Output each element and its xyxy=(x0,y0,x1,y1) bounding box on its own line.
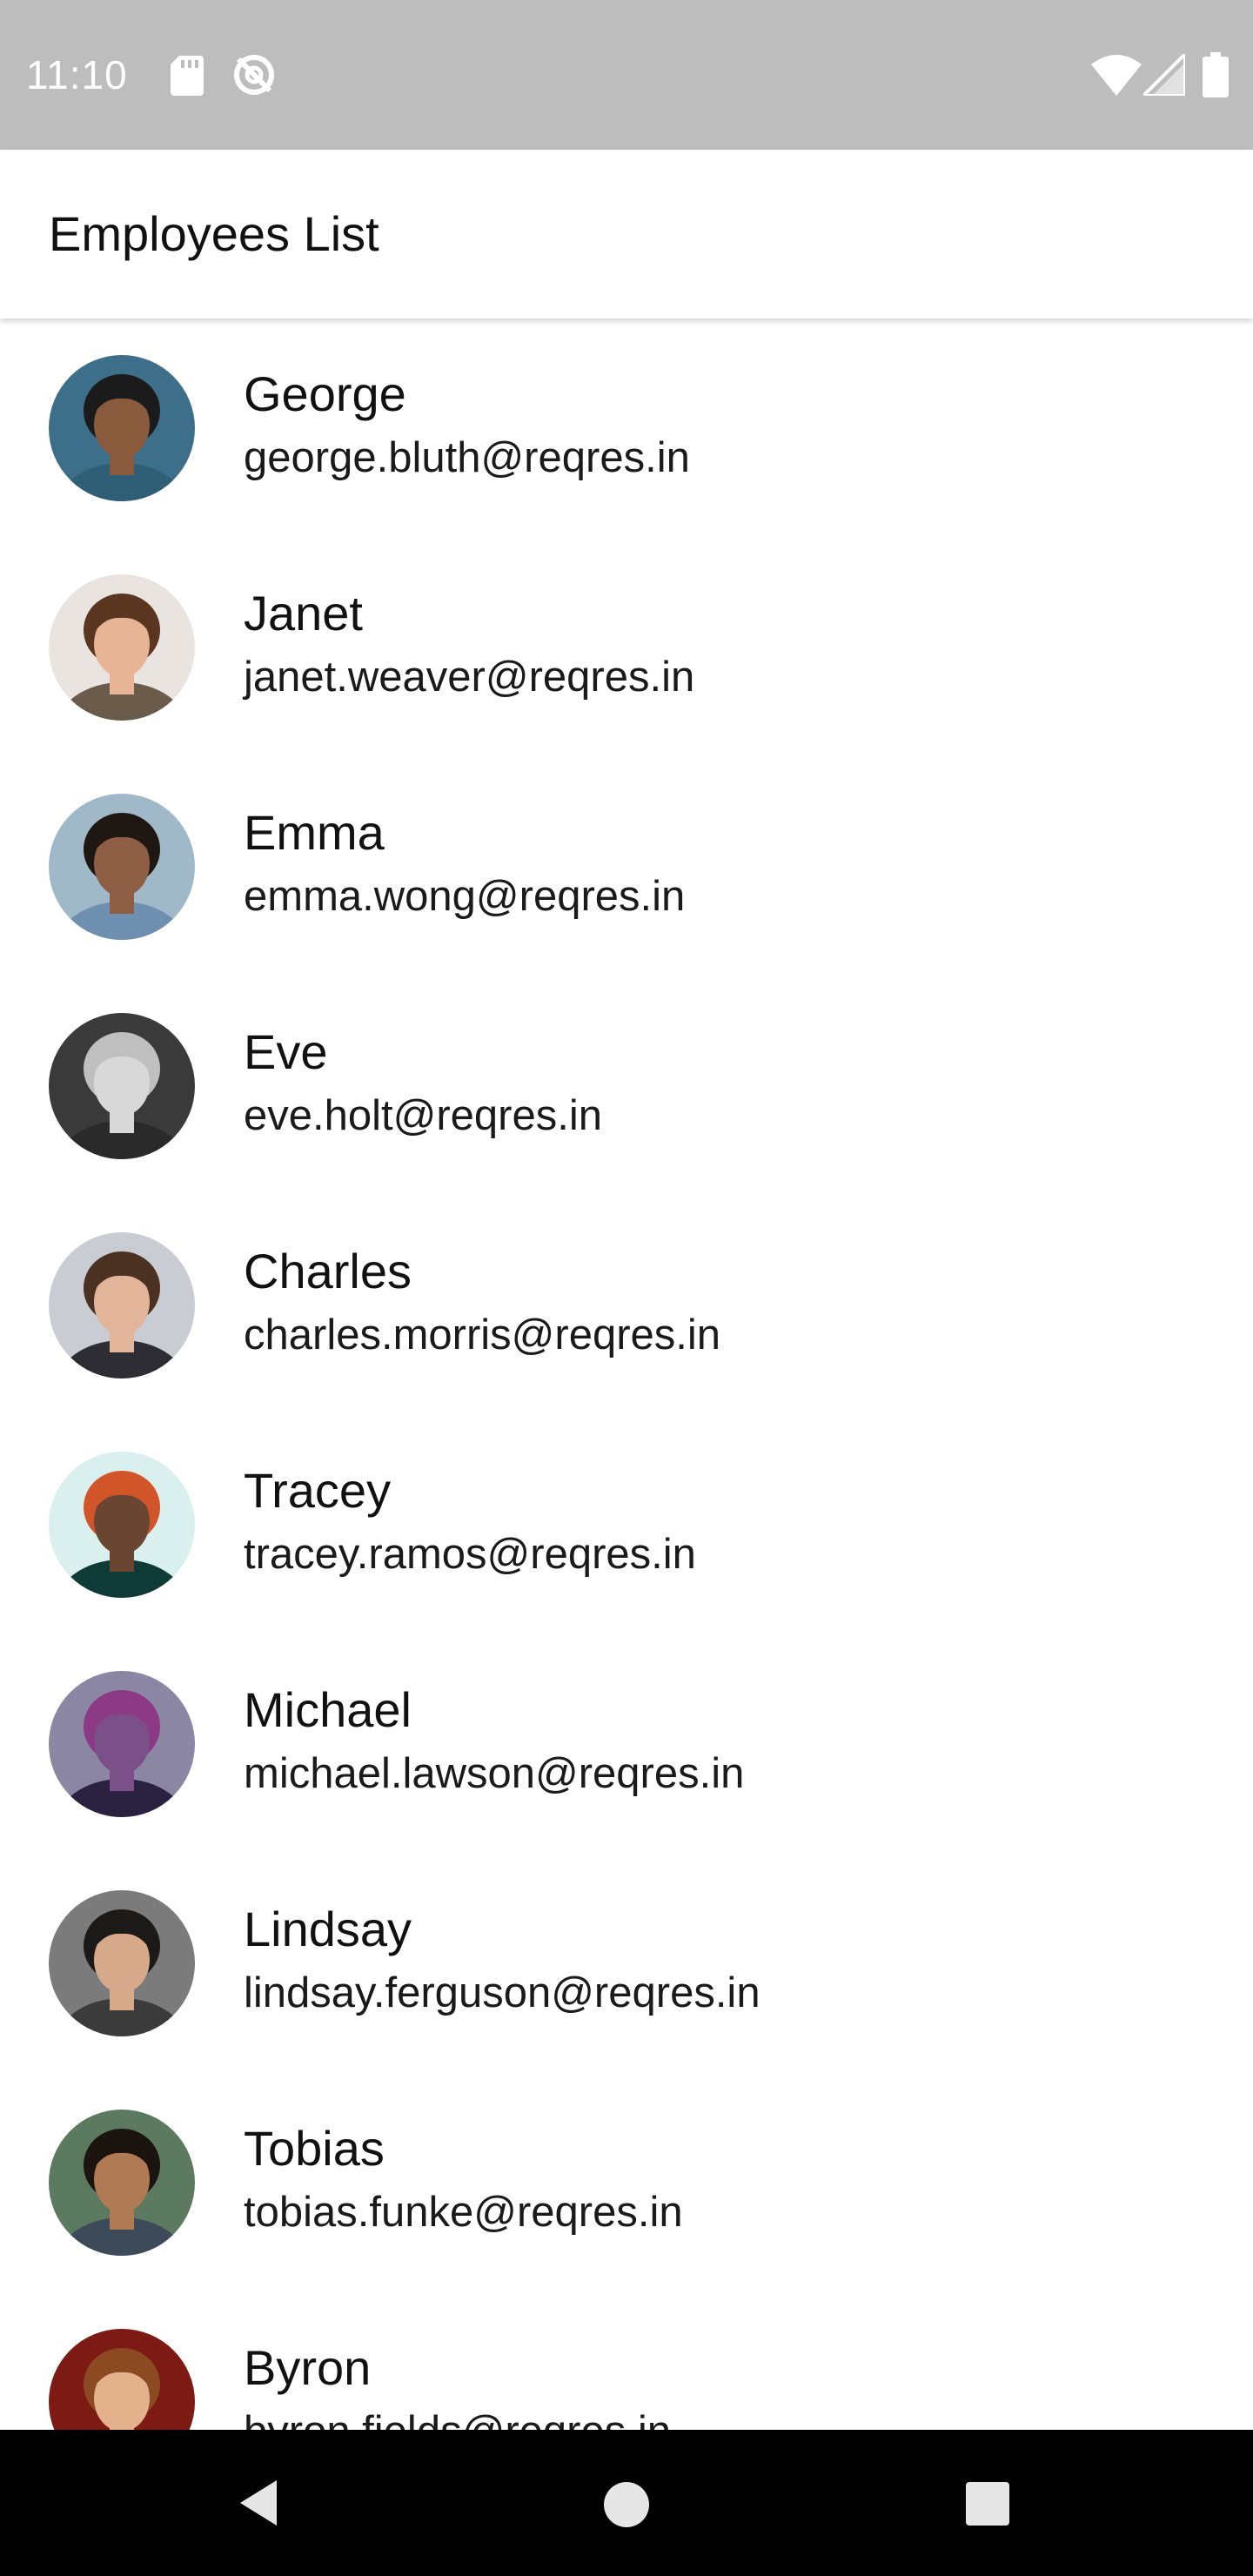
avatar-photo xyxy=(49,1013,195,1159)
screen: 11:10 Employees List George george.bluth… xyxy=(0,0,1253,2576)
employee-email: eve.holt@reqres.in xyxy=(244,1092,603,1139)
employee-name: Eve xyxy=(244,1024,328,1079)
avatar xyxy=(49,2329,195,2430)
avatar-photo xyxy=(49,1232,195,1379)
avatar xyxy=(49,1452,195,1598)
employee-email: tobias.funke@reqres.in xyxy=(244,2189,683,2236)
avatar xyxy=(49,794,195,940)
employee-email: emma.wong@reqres.in xyxy=(244,873,686,920)
avatar xyxy=(49,2110,195,2256)
avatar xyxy=(49,1890,195,2036)
avatar xyxy=(49,1671,195,1817)
avatar-photo xyxy=(49,2110,195,2256)
avatar xyxy=(49,1013,195,1159)
employee-name: Janet xyxy=(244,586,363,641)
employee-name: George xyxy=(244,366,406,421)
avatar xyxy=(49,355,195,501)
employee-email: george.bluth@reqres.in xyxy=(244,434,690,481)
back-icon[interactable] xyxy=(235,2477,287,2529)
list-item[interactable]: Byron byron.fields@reqres.in xyxy=(0,2292,1253,2430)
employee-email: janet.weaver@reqres.in xyxy=(244,654,695,701)
avatar xyxy=(49,1232,195,1379)
avatar-photo xyxy=(49,2329,195,2430)
home-icon[interactable] xyxy=(602,2480,651,2529)
avatar xyxy=(49,574,195,721)
employee-email: lindsay.ferguson@reqres.in xyxy=(244,1969,761,2016)
app-bar: Employees List xyxy=(0,150,1253,319)
employee-email: michael.lawson@reqres.in xyxy=(244,1750,745,1797)
wifi-icon xyxy=(1091,55,1142,96)
list-item[interactable]: Michael michael.lawson@reqres.in xyxy=(0,1634,1253,1854)
sync-disabled-icon xyxy=(234,55,274,95)
avatar-photo xyxy=(49,574,195,721)
employee-name: Charles xyxy=(244,1244,412,1298)
list-item[interactable]: Charles charles.morris@reqres.in xyxy=(0,1196,1253,1415)
employee-email: byron.fields@reqres.in xyxy=(244,2405,671,2430)
status-time: 11:10 xyxy=(26,52,128,97)
list-item[interactable]: Tobias tobias.funke@reqres.in xyxy=(0,2073,1253,2292)
battery-icon xyxy=(1203,52,1229,97)
employee-list[interactable]: George george.bluth@reqres.in Janet janet.w… xyxy=(0,319,1253,2430)
recents-icon[interactable] xyxy=(964,2480,1011,2527)
list-item[interactable]: Janet janet.weaver@reqres.in xyxy=(0,538,1253,757)
list-item[interactable]: Emma emma.wong@reqres.in xyxy=(0,757,1253,976)
avatar-photo xyxy=(49,1671,195,1817)
navigation-bar xyxy=(0,2430,1253,2576)
page-title: Employees List xyxy=(49,206,379,261)
employee-email: charles.morris@reqres.in xyxy=(244,1311,721,1358)
list-item[interactable]: George george.bluth@reqres.in xyxy=(0,319,1253,538)
employee-name: Tracey xyxy=(244,1463,392,1518)
employee-name: Tobias xyxy=(244,2121,385,2176)
employee-name: Lindsay xyxy=(244,1902,412,1956)
list-item[interactable]: Eve eve.holt@reqres.in xyxy=(0,976,1253,1196)
avatar-photo xyxy=(49,1452,195,1598)
status-bar: 11:10 xyxy=(0,0,1253,150)
list-item[interactable]: Tracey tracey.ramos@reqres.in xyxy=(0,1415,1253,1634)
employee-name: Michael xyxy=(244,1682,412,1737)
avatar-photo xyxy=(49,355,195,501)
sd-card-icon xyxy=(171,56,204,96)
cell-signal-icon xyxy=(1143,54,1185,96)
avatar-photo xyxy=(49,794,195,940)
employee-name: Byron xyxy=(244,2340,372,2395)
employee-name: Emma xyxy=(244,805,385,860)
list-item[interactable]: Lindsay lindsay.ferguson@reqres.in xyxy=(0,1854,1253,2073)
employee-email: tracey.ramos@reqres.in xyxy=(244,1531,696,1578)
avatar-photo xyxy=(49,1890,195,2036)
